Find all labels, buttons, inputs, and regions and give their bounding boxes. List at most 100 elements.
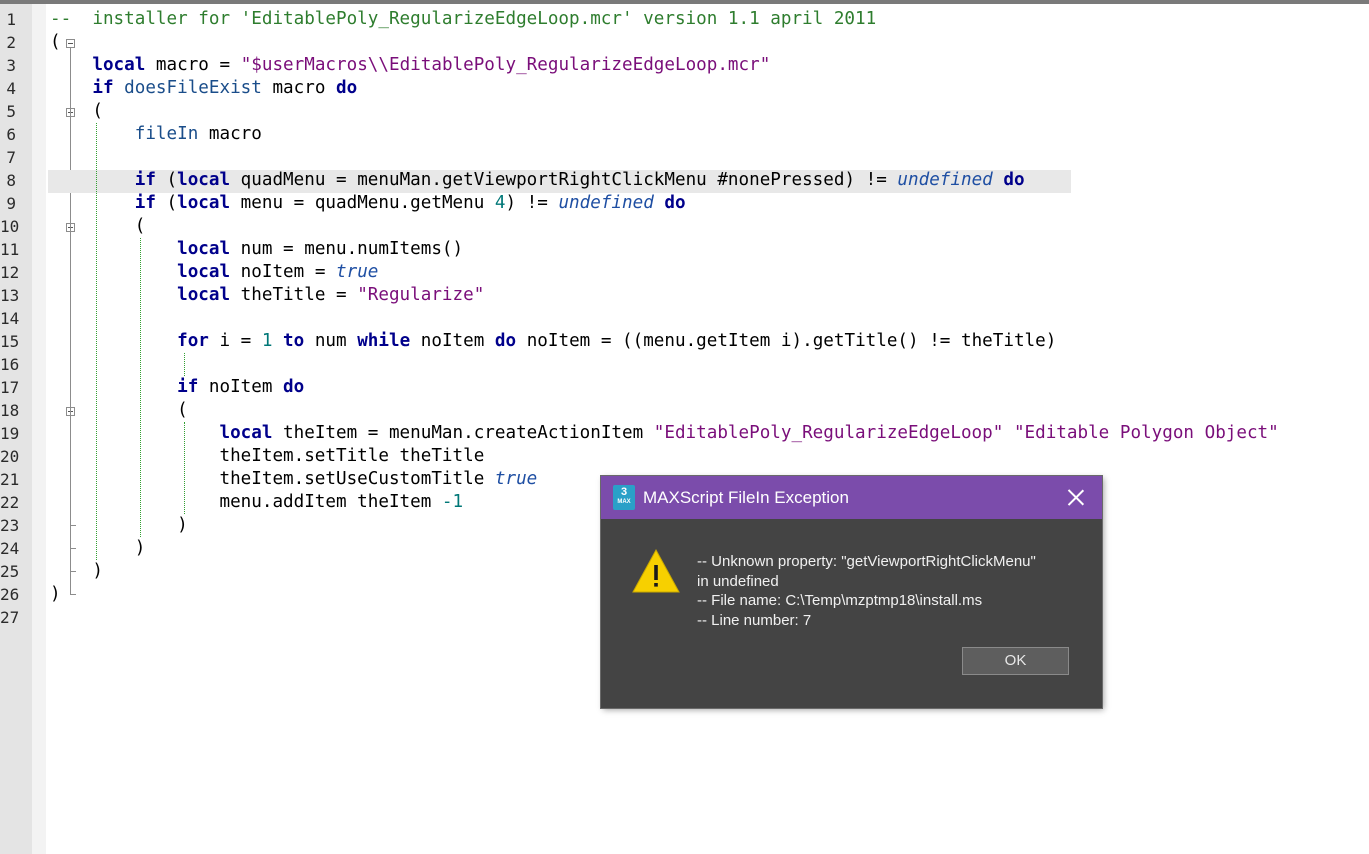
code-line: local macro = "$userMacros\\EditablePoly… — [50, 54, 770, 77]
line-number: 18 — [0, 401, 20, 420]
code-token: if — [134, 193, 156, 213]
message-line: -- File name: C:\Temp\mzptmp18\install.m… — [697, 592, 983, 609]
code-token: noItem = — [230, 262, 337, 282]
code-token: local — [177, 193, 231, 213]
code-line: local noItem = true — [50, 261, 378, 284]
line-number: 7 — [6, 148, 16, 167]
code-line: ) — [50, 514, 188, 537]
code-line: ) — [50, 537, 146, 560]
code-line: ( — [50, 399, 188, 422]
code-token: do — [336, 78, 358, 98]
code-line: ( — [50, 31, 61, 54]
code-token: local — [92, 55, 146, 75]
line-number-gutter: 1 2 3 4 5 6 7 8 9 10 11 12 13 14 15 16 17 18 19 20 21 22 23 24 2… — [0, 4, 32, 854]
exception-dialog: 3 MAX MAXScript FileIn Exception -- Unkn… — [601, 476, 1102, 708]
code-token: "Editable Polygon Object" — [1013, 423, 1279, 443]
code-token: -- installer for 'EditablePoly_Regulariz… — [50, 9, 877, 29]
code-line: ( — [50, 215, 146, 238]
line-number: 22 — [0, 493, 20, 512]
code-token: local — [177, 239, 231, 259]
code-token: macro = — [145, 55, 241, 75]
message-line: in undefined — [697, 572, 779, 590]
code-token: for — [177, 331, 209, 351]
code-line: theItem.setUseCustomTitle true — [50, 468, 537, 491]
code-token: local — [177, 285, 231, 305]
ok-button[interactable]: OK — [962, 647, 1069, 675]
code-token: while — [357, 331, 411, 351]
code-token: "EditablePoly_RegularizeEdgeLoop" — [653, 423, 1004, 443]
code-token: theItem.setUseCustomTitle — [50, 469, 495, 489]
line-number: 3 — [6, 56, 16, 75]
indent-guide — [184, 353, 185, 376]
indent-guide — [96, 123, 97, 560]
close-icon[interactable] — [1066, 487, 1086, 507]
code-line: ) — [50, 583, 61, 606]
line-number: 14 — [0, 309, 20, 328]
code-line: ) — [50, 560, 103, 583]
code-line: menu.addItem theItem -1 — [50, 491, 463, 514]
line-number: 25 — [0, 562, 20, 581]
code-token: ( — [50, 32, 61, 52]
line-number: 23 — [0, 516, 20, 535]
code-line: for i = 1 to num while noItem do noItem … — [50, 330, 1056, 353]
code-line: if doesFileExist macro do — [50, 77, 357, 100]
window-top-border — [0, 0, 1369, 4]
warning-icon — [632, 548, 680, 593]
line-number: 4 — [6, 79, 16, 98]
code-token: num = menu.numItems() — [230, 239, 464, 259]
code-line: local theItem = menuMan.createActionItem… — [50, 422, 1279, 445]
code-line: if noItem do — [50, 376, 304, 399]
code-token: theTitle = — [230, 285, 358, 305]
code-line: -- installer for 'EditablePoly_Regulariz… — [50, 8, 876, 31]
line-number: 2 — [6, 33, 16, 52]
code-token: ) — [50, 561, 103, 581]
dialog-title-bar[interactable]: 3 MAX MAXScript FileIn Exception — [601, 476, 1102, 519]
code-line: if (local menu = quadMenu.getMenu 4) != … — [50, 192, 686, 215]
code-token: noItem — [198, 377, 284, 397]
dialog-message: -- Unknown property: "getViewportRightCl… — [697, 552, 1036, 630]
line-number: 27 — [0, 608, 20, 627]
fold-toggle-icon[interactable] — [66, 39, 75, 48]
code-token: menu.addItem theItem — [50, 492, 442, 512]
code-token: ) — [50, 584, 61, 604]
line-number: 24 — [0, 539, 20, 558]
line-number: 26 — [0, 585, 20, 604]
code-token: fileIn — [134, 124, 199, 144]
code-token: ( — [155, 170, 178, 190]
code-token: quadMenu = menuMan.getViewportRightClick… — [230, 170, 898, 190]
code-token: ( — [50, 101, 103, 121]
code-token: theItem = menuMan.createActionItem — [272, 423, 654, 443]
code-token: noItem — [410, 331, 495, 351]
code-line: if (local quadMenu = menuMan.getViewport… — [50, 169, 1025, 192]
code-token: true — [336, 262, 379, 282]
line-number: 11 — [0, 240, 20, 259]
line-number: 6 — [6, 125, 16, 144]
code-token: 1 — [261, 331, 273, 351]
line-number: 10 — [0, 217, 20, 236]
code-token: if — [92, 78, 114, 98]
fold-margin — [32, 4, 76, 854]
code-token: local — [177, 170, 231, 190]
code-token: theItem.setTitle theTitle — [50, 446, 485, 466]
line-number: 9 — [6, 194, 16, 213]
code-line: theItem.setTitle theTitle — [50, 445, 484, 468]
code-token: if — [134, 170, 156, 190]
line-number: 5 — [6, 102, 16, 121]
line-number: 1 — [6, 10, 16, 29]
code-token: doesFileExist — [124, 78, 262, 98]
fold-end — [70, 594, 76, 595]
code-token: macro — [198, 124, 262, 144]
code-line: ( — [50, 100, 103, 123]
code-token: local — [219, 423, 273, 443]
code-token: local — [177, 262, 231, 282]
